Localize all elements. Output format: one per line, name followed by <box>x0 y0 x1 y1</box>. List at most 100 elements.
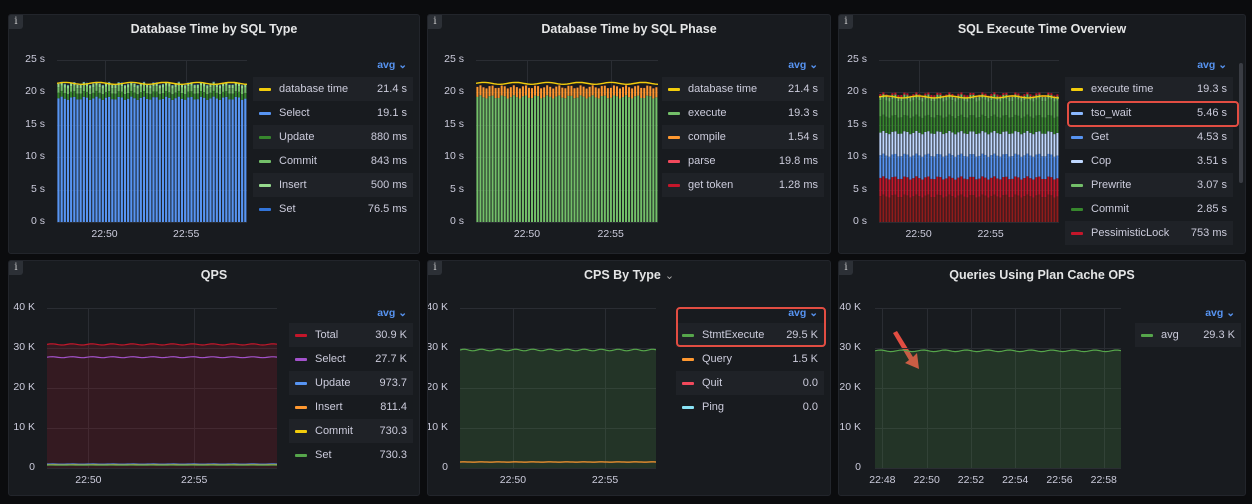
bar-segment <box>600 86 603 97</box>
bar-segment <box>139 92 142 98</box>
panel-title[interactable]: QPS <box>9 268 419 282</box>
bar-segment <box>888 117 891 135</box>
legend-sort-avg[interactable]: avg ⌄ <box>1205 307 1235 319</box>
panel-db-time-by-sql-phase[interactable]: i Database Time by SQL Phase avg ⌄ databa… <box>427 14 831 254</box>
bar-segment <box>168 86 171 93</box>
bar-segment <box>136 99 139 222</box>
panel-title[interactable]: CPS By Type ⌄ <box>428 268 830 282</box>
bar-segment <box>628 97 631 222</box>
bar-segment <box>1053 179 1056 198</box>
y-tick-label: 30 K <box>427 341 448 353</box>
legend-item[interactable]: Query 1.5 K <box>676 347 824 371</box>
bar-segment <box>1035 115 1038 132</box>
bar-segment <box>933 197 936 222</box>
bar-segment <box>909 197 912 222</box>
bar-segment <box>558 95 561 222</box>
panel-title[interactable]: Queries Using Plan Cache OPS <box>839 268 1245 282</box>
bar-segment <box>136 84 139 86</box>
legend-item[interactable]: execute time 19.3 s <box>1065 77 1233 101</box>
legend-item[interactable]: Cop 3.51 s <box>1065 149 1233 173</box>
panel-sql-execute-time-overview[interactable]: i SQL Execute Time Overview avg ⌄ execute… <box>838 14 1246 254</box>
panel-cps-by-type[interactable]: i CPS By Type ⌄ avg ⌄ StmtExecute 29.5 K Que… <box>427 260 831 496</box>
bar-segment <box>1047 176 1050 195</box>
bar-segment <box>89 94 92 100</box>
bar-segment <box>174 98 177 222</box>
legend-item[interactable]: Select 19.1 s <box>253 101 413 125</box>
bar-segment <box>101 84 104 86</box>
x-tick-label: 22:48 <box>869 474 896 486</box>
panel-plan-cache-ops[interactable]: i Queries Using Plan Cache OPS avg ⌄ avg 2… <box>838 260 1246 496</box>
bar-segment <box>136 85 139 89</box>
legend-item[interactable]: Prewrite 3.07 s <box>1065 173 1233 197</box>
legend-item[interactable]: Insert 500 ms <box>253 173 413 197</box>
legend-item[interactable]: execute 19.3 s <box>662 101 824 125</box>
bar-segment <box>123 85 127 89</box>
panel-title[interactable]: SQL Execute Time Overview <box>839 22 1245 36</box>
bar-segment <box>161 84 165 85</box>
bar-segment <box>193 93 196 100</box>
bar-segment <box>117 82 120 83</box>
legend-sort-avg[interactable]: avg ⌄ <box>377 59 407 71</box>
bar-segment <box>903 194 906 222</box>
legend-item[interactable]: Commit 730.3 <box>289 419 413 443</box>
bar-segment <box>990 195 993 222</box>
legend-item[interactable]: Select 27.7 K <box>289 347 413 371</box>
panel-title[interactable]: Database Time by SQL Phase <box>428 22 830 36</box>
legend-item[interactable]: PessimisticLock 753 ms <box>1065 221 1233 245</box>
bar-segment <box>491 95 494 222</box>
y-tick-label: 0 s <box>852 215 867 227</box>
bar-segment <box>524 95 527 222</box>
chevron-down-icon[interactable]: ⌄ <box>665 270 674 282</box>
bar-segment <box>921 179 924 198</box>
bar-segment <box>906 93 909 96</box>
panel-title[interactable]: Database Time by SQL Type <box>9 22 419 36</box>
legend-item[interactable]: Commit 843 ms <box>253 149 413 173</box>
legend-item[interactable]: get token 1.28 ms <box>662 173 824 197</box>
legend-sort-avg[interactable]: avg ⌄ <box>1197 59 1227 71</box>
legend-item[interactable]: Get 4.53 s <box>1065 125 1233 149</box>
y-tick-label: 0 <box>855 461 861 473</box>
legend-item[interactable]: Ping 0.0 <box>676 395 824 419</box>
bar-segment <box>948 114 951 131</box>
bar-segment <box>927 98 930 115</box>
legend-item[interactable]: parse 19.8 ms <box>662 149 824 173</box>
panel-qps[interactable]: i QPS avg ⌄ Total 30.9 K Select 27.7 K Update… <box>8 260 420 496</box>
bar-segment <box>930 156 933 179</box>
bar-segment <box>972 131 975 155</box>
legend-item[interactable]: Set 76.5 ms <box>253 197 413 221</box>
bar-segment <box>655 87 658 98</box>
legend-item[interactable]: database time 21.4 s <box>662 77 824 101</box>
bar-segment <box>963 178 966 197</box>
bar-segment <box>497 87 500 98</box>
legend-item[interactable]: avg 29.3 K <box>1135 323 1241 347</box>
panel-title-text[interactable]: CPS By Type <box>584 268 661 282</box>
bar-segment <box>161 93 165 99</box>
bar-segment <box>1047 98 1050 116</box>
bar-segment <box>612 95 615 222</box>
legend-item[interactable]: Commit 2.85 s <box>1065 197 1233 221</box>
bar-segment <box>1002 177 1005 196</box>
bar-segment <box>193 99 196 222</box>
y-tick-label: 10 K <box>13 421 35 433</box>
bar-segment <box>136 88 139 95</box>
legend-item[interactable]: Update 880 ms <box>253 125 413 149</box>
legend-name: Commit <box>315 425 353 437</box>
bar-segment <box>104 97 108 222</box>
legend-scrollbar[interactable] <box>1239 63 1243 183</box>
bar-segment <box>912 116 915 133</box>
legend-item[interactable]: Update 973.7 <box>289 371 413 395</box>
legend-item[interactable]: Total 30.9 K <box>289 323 413 347</box>
legend-swatch <box>1071 208 1083 211</box>
legend-item[interactable]: Quit 0.0 <box>676 371 824 395</box>
bar-segment <box>637 85 640 96</box>
legend-sort-avg[interactable]: avg ⌄ <box>377 307 407 319</box>
bar-segment <box>73 96 76 222</box>
legend-item[interactable]: Insert 811.4 <box>289 395 413 419</box>
bar-segment <box>996 100 999 117</box>
panel-db-time-by-sql-type[interactable]: i Database Time by SQL Type avg ⌄ databas… <box>8 14 420 254</box>
legend-item[interactable]: Set 730.3 <box>289 443 413 467</box>
bar-segment <box>891 115 894 132</box>
legend-item[interactable]: database time 21.4 s <box>253 77 413 101</box>
legend-item[interactable]: compile 1.54 s <box>662 125 824 149</box>
legend-sort-avg[interactable]: avg ⌄ <box>788 59 818 71</box>
